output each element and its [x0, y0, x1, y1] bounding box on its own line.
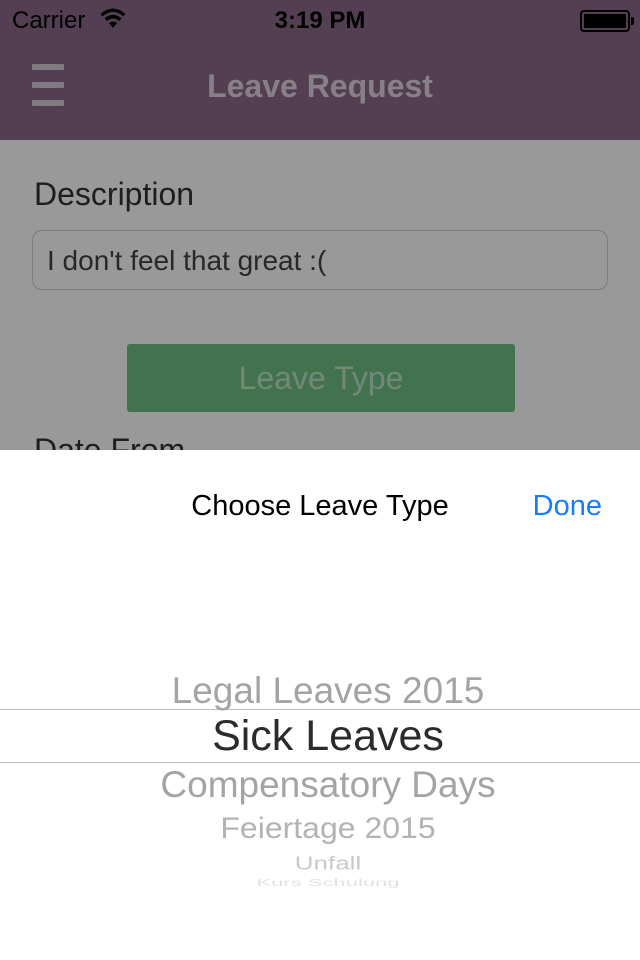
picker-option[interactable]: Unfall	[0, 852, 640, 874]
picker-option[interactable]: Kurs Schulung	[0, 877, 640, 889]
picker-option[interactable]: Legal Leaves 2015	[0, 670, 640, 712]
picker-option-selected[interactable]: Sick Leaves	[0, 712, 640, 761]
leave-type-picker-sheet: Choose Leave Type Done Legal Leaves 2015…	[0, 450, 640, 960]
picker-option[interactable]: Compensatory Days	[0, 764, 640, 806]
picker-option[interactable]: Feiertage 2015	[0, 811, 640, 845]
selection-indicator-bottom	[0, 762, 640, 763]
done-button[interactable]: Done	[533, 490, 602, 523]
